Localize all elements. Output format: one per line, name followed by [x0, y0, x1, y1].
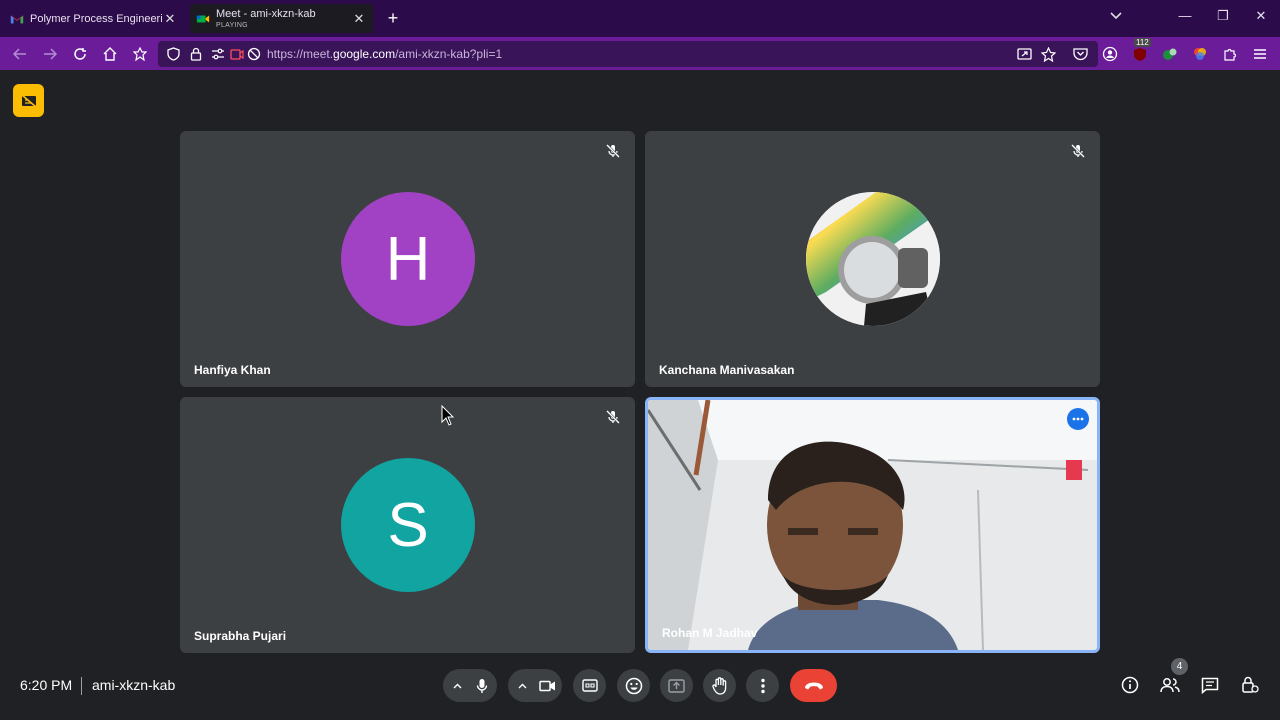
home-icon[interactable]: [100, 44, 120, 64]
bookmark-star-icon[interactable]: [1038, 44, 1058, 64]
color-picker-extension-icon[interactable]: [1190, 44, 1210, 64]
closed-captions-icon: [581, 679, 598, 692]
extension-green-icon[interactable]: [1160, 44, 1180, 64]
tab-meet[interactable]: Meet - ami-xkzn-kab PLAYING ✕: [190, 4, 373, 33]
raise-hand-button[interactable]: [703, 669, 736, 702]
forward-icon[interactable]: [40, 44, 60, 64]
audio-options-chevron-icon[interactable]: [447, 669, 467, 702]
camera-control-group: [508, 669, 562, 702]
avatar: S: [341, 458, 475, 592]
end-call-icon: [804, 682, 823, 689]
chat-icon[interactable]: [1198, 673, 1222, 697]
mic-off-icon: [606, 410, 620, 424]
shield-icon[interactable]: [163, 44, 183, 64]
browser-tab-strip: Polymer Process Engineering : P ✕ Meet -…: [0, 0, 1280, 37]
close-window-icon[interactable]: ✕: [1251, 8, 1271, 24]
meet-controls-bar: 6:20 PM ami-xkzn-kab: [0, 662, 1280, 708]
meet-icon: [196, 15, 210, 22]
camera-icon[interactable]: [534, 669, 560, 702]
host-controls-icon[interactable]: [1238, 673, 1262, 697]
present-icon: [668, 678, 685, 693]
captions-button[interactable]: [573, 669, 606, 702]
permissions-icon[interactable]: [208, 44, 228, 64]
lock-icon[interactable]: [186, 44, 206, 64]
participant-name: Rohan M Jadhav: [662, 626, 758, 640]
more-vert-icon: [760, 678, 765, 693]
tab-title: Polymer Process Engineering : P: [30, 12, 162, 25]
url-text[interactable]: https://meet.google.com/ami-xkzn-kab?pli…: [267, 47, 502, 61]
meet-stage: H Hanfiya Khan Kanchana Manivasakan S Su…: [0, 70, 1280, 720]
avatar: [806, 192, 940, 326]
browser-toolbar: https://meet.google.com/ami-xkzn-kab?pli…: [0, 37, 1280, 70]
close-tab-icon[interactable]: ✕: [351, 11, 367, 27]
restore-icon[interactable]: ❐: [1213, 8, 1233, 24]
meeting-details-icon[interactable]: [1118, 673, 1142, 697]
account-icon[interactable]: [1100, 44, 1120, 64]
divider: [81, 677, 82, 695]
people-count-badge: 4: [1171, 658, 1188, 675]
video-feed: [648, 400, 1097, 650]
present-screen-button[interactable]: [660, 669, 693, 702]
people-icon[interactable]: [1158, 673, 1182, 697]
more-options-button[interactable]: [746, 669, 779, 702]
emoji-icon: [625, 677, 642, 694]
gmail-icon: [10, 15, 24, 23]
video-options-chevron-icon[interactable]: [512, 669, 532, 702]
more-options-icon[interactable]: [1067, 408, 1089, 430]
minimize-icon[interactable]: —: [1175, 8, 1195, 23]
leave-call-button[interactable]: [790, 669, 837, 702]
participant-name: Hanfiya Khan: [194, 363, 271, 377]
tab-title: Meet - ami-xkzn-kab: [216, 8, 316, 20]
tab-list-chevron-icon[interactable]: [1106, 8, 1126, 23]
reload-icon[interactable]: [70, 44, 90, 64]
close-tab-icon[interactable]: ✕: [162, 11, 178, 27]
tab-playing-label: PLAYING: [216, 21, 248, 29]
participant-name: Suprabha Pujari: [194, 629, 287, 643]
extension-badge: 112: [1134, 38, 1151, 47]
extensions-puzzle-icon[interactable]: [1220, 44, 1240, 64]
pocket-icon[interactable]: [1070, 44, 1090, 64]
participant-tile[interactable]: S Suprabha Pujari: [180, 397, 635, 653]
microphone-icon[interactable]: [469, 669, 495, 702]
hand-icon: [711, 676, 726, 695]
mic-blocked-icon[interactable]: [244, 44, 264, 64]
current-time: 6:20 PM: [20, 677, 73, 693]
avatar: H: [341, 192, 475, 326]
mic-control-group: [443, 669, 497, 702]
back-icon[interactable]: [10, 44, 30, 64]
participant-tile-active[interactable]: Rohan M Jadhav: [645, 397, 1100, 653]
ublock-extension-icon[interactable]: 112: [1130, 38, 1151, 64]
mic-off-icon: [606, 144, 620, 158]
mouse-cursor-icon: [441, 405, 455, 426]
menu-hamburger-icon[interactable]: [1250, 44, 1270, 64]
profile-photo: [806, 192, 940, 326]
captions-off-icon[interactable]: [13, 84, 44, 117]
tab-gmail[interactable]: Polymer Process Engineering : P ✕: [4, 4, 184, 33]
new-tab-button[interactable]: +: [383, 8, 403, 28]
extension-pin-icon[interactable]: [130, 44, 150, 64]
reactions-button[interactable]: [617, 669, 650, 702]
meeting-code: ami-xkzn-kab: [92, 677, 176, 693]
screen-share-indicator-icon[interactable]: [1014, 44, 1034, 64]
address-bar[interactable]: https://meet.google.com/ami-xkzn-kab?pli…: [158, 41, 1098, 67]
participant-name: Kanchana Manivasakan: [659, 363, 795, 377]
participant-tile[interactable]: Kanchana Manivasakan: [645, 131, 1100, 387]
mic-off-icon: [1071, 144, 1085, 158]
participant-tile[interactable]: H Hanfiya Khan: [180, 131, 635, 387]
